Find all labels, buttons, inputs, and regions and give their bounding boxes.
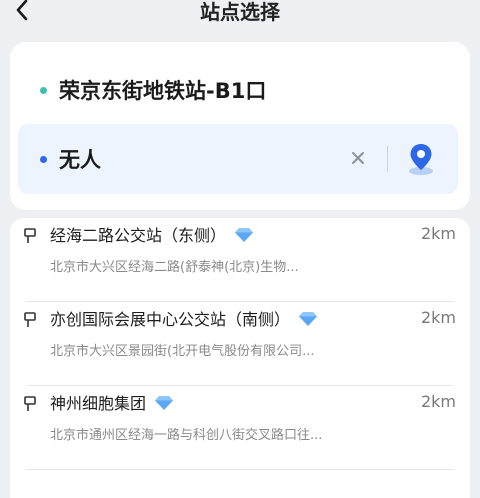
header-bar: 站点选择 [0, 0, 480, 34]
list-item[interactable]: 经海二路公交站（东侧） 2km 北京市大兴区经海二路(舒泰神(北京)生物... [10, 218, 470, 302]
station-distance: 2km [420, 392, 456, 411]
bus-stop-icon [24, 228, 36, 243]
station-address: 北京市通州区经海一路与科创八街交叉路口往... [50, 428, 323, 443]
end-station-input[interactable]: 无人 [18, 124, 458, 194]
page-title: 站点选择 [200, 0, 280, 24]
bus-stop-icon [24, 396, 36, 411]
station-address: 北京市大兴区经海二路(舒泰神(北京)生物... [50, 260, 299, 275]
station-address: 北京市大兴区景园街(北开电气股份有限公司... [50, 344, 315, 359]
close-icon [352, 152, 364, 164]
map-pick-button[interactable] [404, 140, 438, 178]
bus-stop-icon [24, 312, 36, 327]
diamond-icon [299, 312, 318, 326]
start-station-label: 荣京东街地铁站-B1口 [59, 79, 267, 103]
end-dot-icon [40, 155, 47, 163]
station-distance: 2km [420, 224, 456, 243]
route-card: 荣京东街地铁站-B1口 无人 [10, 42, 470, 210]
divider [387, 146, 388, 172]
station-name: 经海二路公交站（东侧） [50, 222, 254, 246]
end-station-label: 无人 [59, 148, 101, 172]
list-item[interactable]: 亦创国际会展中心公交站（南侧） 2km 北京市大兴区景园街(北开电气股份有限公司… [10, 302, 470, 386]
list-item[interactable]: 神州细胞集团 2km 北京市通州区经海一路与科创八街交叉路口往... [10, 386, 470, 470]
location-pin-icon [409, 144, 433, 175]
divider [26, 469, 454, 470]
start-dot-icon [40, 86, 47, 94]
station-name: 神州细胞集团 [50, 390, 174, 414]
station-list: 经海二路公交站（东侧） 2km 北京市大兴区经海二路(舒泰神(北京)生物... … [10, 218, 470, 498]
station-name: 亦创国际会展中心公交站（南侧） [50, 306, 318, 330]
diamond-icon [155, 396, 174, 410]
station-distance: 2km [420, 308, 456, 327]
clear-button[interactable] [346, 146, 370, 170]
start-station-row[interactable]: 荣京东街地铁站-B1口 [10, 70, 470, 110]
diamond-icon [235, 228, 254, 242]
